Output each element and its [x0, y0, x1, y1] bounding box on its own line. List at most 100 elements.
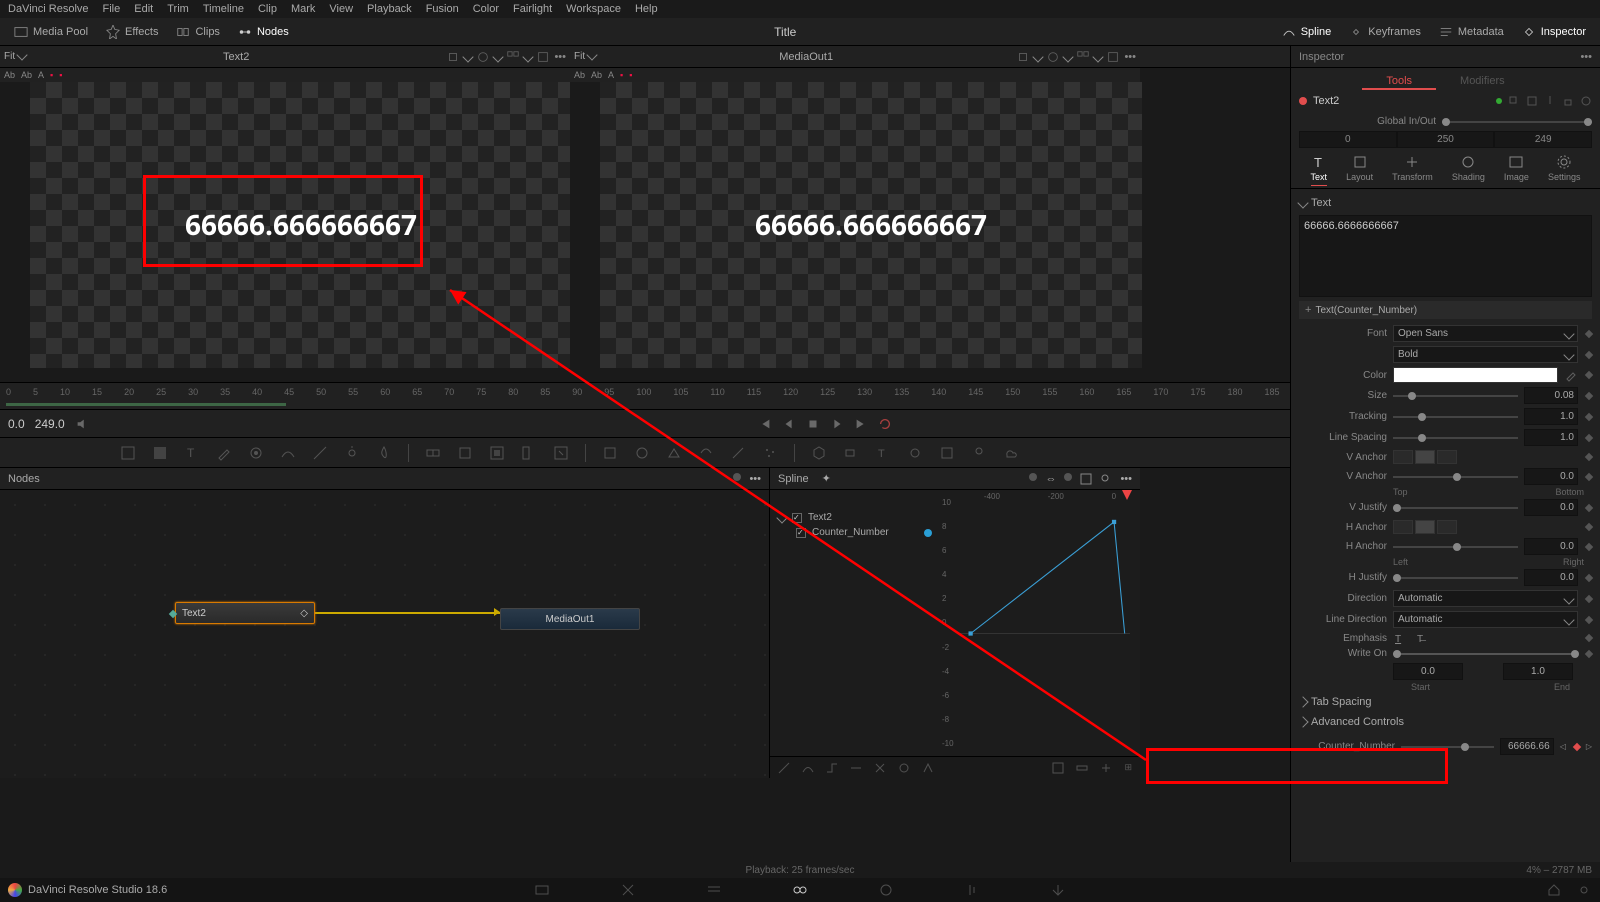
viewer-chev-icon[interactable] — [1063, 51, 1074, 62]
hjustify-value[interactable]: 0.0 — [1524, 569, 1578, 586]
spline-curve[interactable] — [960, 506, 1130, 761]
cache-dot-icon[interactable] — [1496, 98, 1502, 104]
last-frame-icon[interactable] — [854, 417, 868, 431]
tab-tools[interactable]: Tools — [1362, 72, 1436, 90]
section-text[interactable]: Text — [1291, 193, 1600, 213]
emphasis-strike-icon[interactable]: T̶ — [1415, 632, 1431, 644]
emphasis-under-icon[interactable]: T — [1393, 632, 1409, 644]
media-pool-button[interactable]: Media Pool — [8, 23, 94, 41]
menu-edit[interactable]: Edit — [134, 3, 153, 15]
effects-button[interactable]: Effects — [100, 23, 164, 41]
subtab-shading[interactable]: Shading — [1452, 154, 1485, 182]
node-graph[interactable]: Text2◇ MediaOut1 — [0, 490, 769, 778]
key-icon[interactable] — [1585, 412, 1593, 420]
stop-icon[interactable] — [806, 417, 820, 431]
viewer-opt-a[interactable]: A — [608, 70, 614, 80]
spline-tool-loop-icon[interactable] — [898, 762, 910, 774]
vanchor-value[interactable]: 0.0 — [1524, 468, 1578, 485]
subtab-transform[interactable]: Transform — [1392, 154, 1433, 182]
hanchor-slider[interactable] — [1393, 546, 1518, 548]
menu-view[interactable]: View — [329, 3, 353, 15]
home-icon[interactable] — [1546, 882, 1562, 898]
key-icon[interactable] — [1585, 542, 1593, 550]
menu-mark[interactable]: Mark — [291, 3, 315, 15]
tool-channel-icon[interactable] — [521, 445, 537, 461]
spline-tool-linear-icon[interactable] — [778, 762, 790, 774]
viewer-chev-icon[interactable] — [523, 51, 534, 62]
tool-matte-icon[interactable] — [489, 445, 505, 461]
page-cut-icon[interactable] — [620, 882, 636, 898]
insp-newwin-icon[interactable] — [1526, 95, 1538, 107]
spline-tree-text2[interactable]: Text2 — [778, 510, 932, 525]
curve-color-icon[interactable] — [924, 529, 932, 537]
speaker-icon[interactable] — [75, 417, 89, 431]
section-advanced[interactable]: Advanced Controls — [1291, 712, 1600, 732]
tool-fill-icon[interactable] — [152, 445, 168, 461]
viewer-chev-icon[interactable] — [1093, 51, 1104, 62]
tool-text-icon[interactable]: T — [184, 445, 200, 461]
inspector-node-name[interactable]: Text2 — [1313, 95, 1339, 107]
spline-tool-flat-icon[interactable] — [850, 762, 862, 774]
tracking-slider[interactable] — [1393, 416, 1518, 418]
viewer-opt-red[interactable]: ▪ — [50, 70, 53, 80]
tool-resize-icon[interactable] — [553, 445, 569, 461]
tool-paint-icon[interactable] — [216, 445, 232, 461]
viewer-chev-icon[interactable] — [493, 51, 504, 62]
key-icon[interactable] — [1585, 594, 1593, 602]
writeon-slider[interactable] — [1393, 653, 1578, 655]
spline-fit-icon[interactable] — [1080, 473, 1092, 485]
key-icon[interactable] — [1585, 329, 1593, 337]
spline-tool-value-icon[interactable] — [1076, 762, 1088, 774]
key-icon[interactable] — [1585, 350, 1593, 358]
viewer-opt-red2[interactable]: ▪ — [629, 70, 632, 80]
menu-trim[interactable]: Trim — [167, 3, 189, 15]
vanchor-slider[interactable] — [1393, 476, 1518, 478]
tool-light3d-icon[interactable] — [971, 445, 987, 461]
spline-tool-smooth-icon[interactable] — [802, 762, 814, 774]
spline-dot-icon[interactable] — [1029, 473, 1037, 481]
key-icon[interactable] — [1585, 649, 1593, 657]
tool-camera-icon[interactable] — [843, 445, 859, 461]
menu-clip[interactable]: Clip — [258, 3, 277, 15]
tool-line-icon[interactable] — [312, 445, 328, 461]
nodes-more-icon[interactable]: ••• — [749, 473, 761, 485]
viewer-left-fit[interactable]: Fit — [4, 51, 26, 62]
color-swatch[interactable] — [1393, 367, 1558, 383]
prev-frame-icon[interactable] — [782, 417, 796, 431]
menu-fairlight[interactable]: Fairlight — [513, 3, 552, 15]
key-icon[interactable] — [1585, 391, 1593, 399]
tool-rect-mask-icon[interactable] — [602, 445, 618, 461]
tool-shape3d-icon[interactable] — [907, 445, 923, 461]
keyframes-button[interactable]: Keyframes — [1343, 23, 1427, 41]
linedir-select[interactable]: Automatic — [1393, 611, 1578, 628]
writeon-end[interactable]: 1.0 — [1503, 663, 1573, 680]
tool-particles-icon[interactable] — [762, 445, 778, 461]
tool-blur-icon[interactable] — [376, 445, 392, 461]
key-active-icon[interactable] — [1573, 742, 1581, 750]
subtab-layout[interactable]: Layout — [1346, 154, 1373, 182]
checkbox-icon[interactable] — [796, 528, 806, 538]
hanchor-value[interactable]: 0.0 — [1524, 538, 1578, 555]
key-icon[interactable] — [1585, 433, 1593, 441]
first-frame-icon[interactable] — [758, 417, 772, 431]
viewer-opt-red2[interactable]: ▪ — [59, 70, 62, 80]
viewer-opt-ab2[interactable]: Ab — [591, 70, 602, 80]
direction-select[interactable]: Automatic — [1393, 590, 1578, 607]
subtab-settings[interactable]: Settings — [1548, 154, 1581, 182]
node-mediaout1[interactable]: MediaOut1 — [500, 608, 640, 630]
prev-key-icon[interactable]: ◁ — [1560, 742, 1566, 751]
styled-text-input[interactable]: 66666.6666666667 — [1299, 215, 1592, 297]
vjustify-value[interactable]: 0.0 — [1524, 499, 1578, 516]
viewer-single-icon[interactable] — [536, 50, 550, 64]
page-fairlight-icon[interactable] — [964, 882, 980, 898]
spline-tool-ping-icon[interactable] — [922, 762, 934, 774]
linespacing-slider[interactable] — [1393, 437, 1518, 439]
viewer-opt-ab2[interactable]: Ab — [21, 70, 32, 80]
counter-value[interactable]: 66666.66 — [1500, 738, 1554, 755]
spline-button[interactable]: Spline — [1276, 23, 1338, 41]
tool-bg-icon[interactable] — [120, 445, 136, 461]
menu-file[interactable]: File — [103, 3, 121, 15]
page-fusion-icon[interactable] — [792, 882, 808, 898]
tool-merge-icon[interactable] — [425, 445, 441, 461]
nodes-button[interactable]: Nodes — [232, 23, 295, 41]
